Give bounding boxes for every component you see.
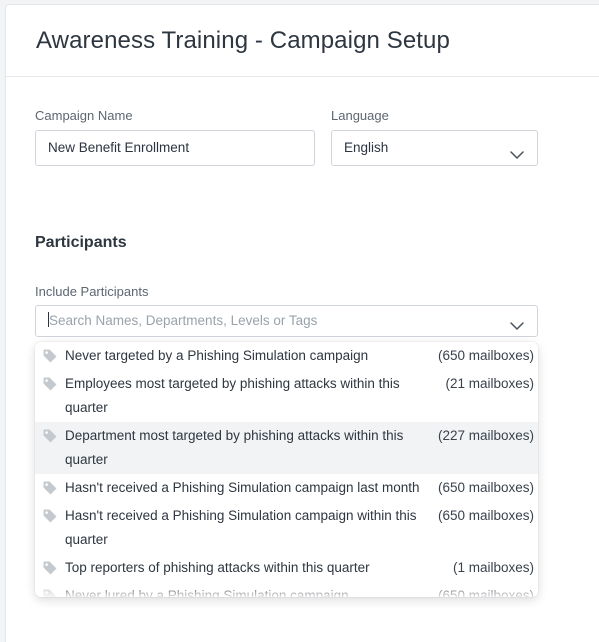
dropdown-option[interactable]: Never targeted by a Phishing Simulation … bbox=[35, 342, 538, 370]
dropdown-option[interactable]: Hasn't received a Phishing Simulation ca… bbox=[35, 502, 538, 554]
option-label: Top reporters of phishing attacks within… bbox=[65, 560, 370, 575]
option-label: Employees most targeted by phishing atta… bbox=[65, 376, 400, 415]
tag-icon bbox=[41, 504, 59, 528]
dropdown-options: Never targeted by a Phishing Simulation … bbox=[35, 342, 538, 597]
tag-icon bbox=[41, 556, 59, 580]
dropdown-option[interactable]: Top reporters of phishing attacks within… bbox=[35, 554, 538, 582]
chevron-down-icon[interactable] bbox=[509, 314, 525, 330]
option-count: (650 mailboxes) bbox=[437, 480, 534, 495]
option-label: Department most targeted by phishing att… bbox=[65, 428, 404, 467]
tag-icon bbox=[41, 476, 59, 500]
language-label: Language bbox=[331, 108, 389, 123]
option-label: Never targeted by a Phishing Simulation … bbox=[65, 348, 369, 363]
option-count: (650 mailboxes) bbox=[437, 508, 534, 523]
include-participants-label: Include Participants bbox=[35, 284, 149, 299]
search-placeholder: Search Names, Departments, Levels or Tag… bbox=[49, 313, 318, 328]
option-label: Never lured by a Phishing Simulation cam… bbox=[65, 588, 349, 597]
dropdown-option[interactable]: Department most targeted by phishing att… bbox=[35, 422, 538, 474]
language-value: English bbox=[344, 140, 389, 155]
tag-icon bbox=[41, 584, 59, 597]
campaign-name-input[interactable]: New Benefit Enrollment bbox=[35, 130, 315, 166]
tag-icon bbox=[41, 344, 59, 368]
dropdown-option[interactable]: Hasn't received a Phishing Simulation ca… bbox=[35, 474, 538, 502]
option-label: Hasn't received a Phishing Simulation ca… bbox=[65, 508, 417, 547]
option-label: Hasn't received a Phishing Simulation ca… bbox=[65, 480, 420, 495]
option-count: (227 mailboxes) bbox=[437, 428, 534, 443]
option-count: (21 mailboxes) bbox=[445, 376, 534, 391]
include-participants-search[interactable]: Search Names, Departments, Levels or Tag… bbox=[35, 305, 538, 337]
participants-title: Participants bbox=[35, 234, 127, 251]
dropdown-option[interactable]: Never lured by a Phishing Simulation cam… bbox=[35, 582, 538, 597]
option-count: (650 mailboxes) bbox=[437, 348, 534, 363]
participants-dropdown: Never targeted by a Phishing Simulation … bbox=[35, 342, 538, 597]
option-count: (650 mailboxes) bbox=[437, 588, 534, 597]
tag-icon bbox=[41, 372, 59, 396]
campaign-name-value: New Benefit Enrollment bbox=[48, 140, 190, 155]
tag-icon bbox=[41, 424, 59, 448]
dropdown-option[interactable]: Employees most targeted by phishing atta… bbox=[35, 370, 538, 422]
page-title: Awareness Training - Campaign Setup bbox=[36, 27, 450, 54]
language-select[interactable]: English bbox=[331, 130, 538, 166]
option-count: (1 mailboxes) bbox=[452, 560, 534, 575]
chevron-down-icon bbox=[509, 141, 525, 159]
card-header: Awareness Training - Campaign Setup bbox=[6, 5, 599, 77]
campaign-name-label: Campaign Name bbox=[35, 108, 133, 123]
